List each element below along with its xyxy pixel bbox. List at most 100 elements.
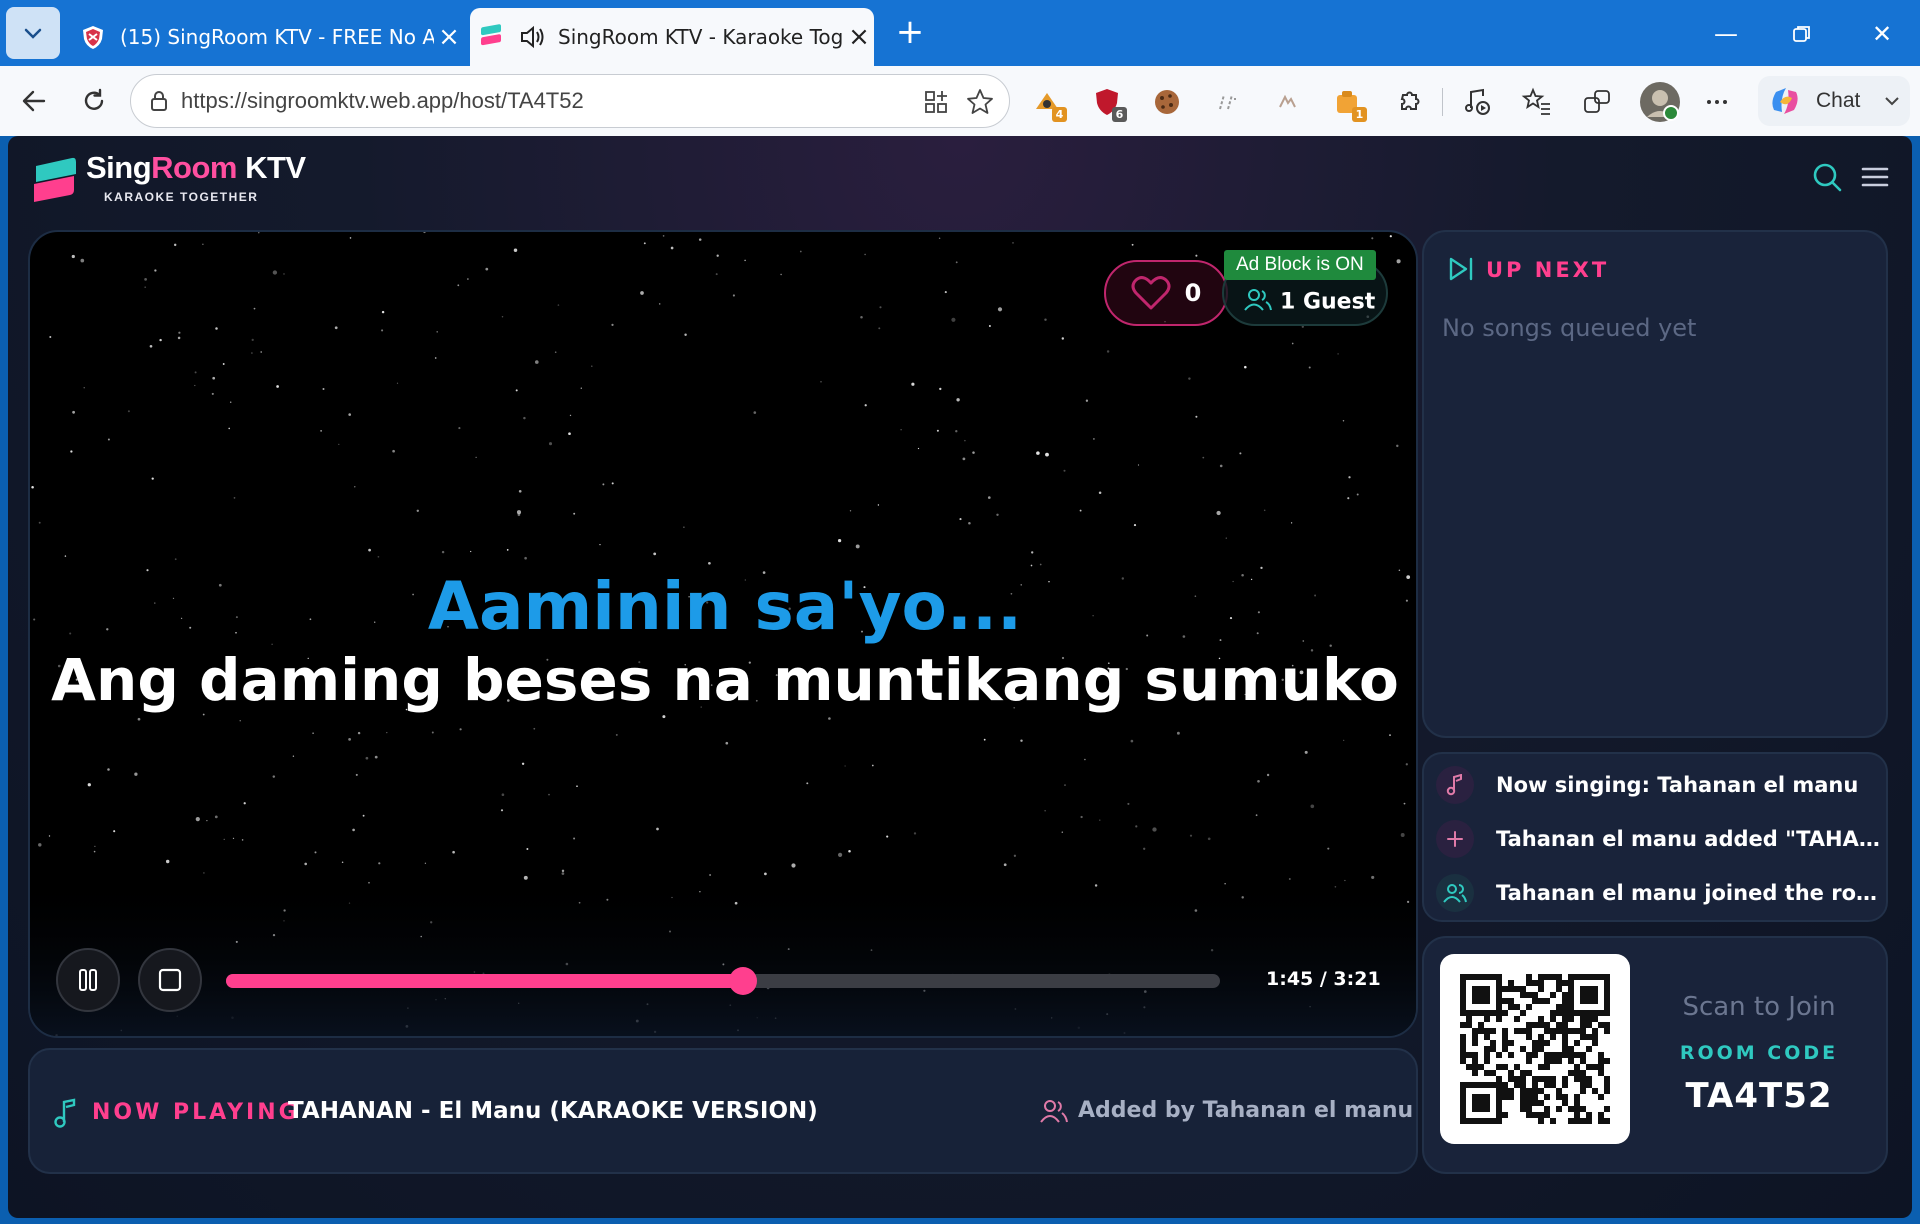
progress-bar[interactable] — [226, 967, 1220, 995]
activity-item: Tahanan el manu joined the room — [1436, 870, 1880, 916]
time-display: 1:45 / 3:21 — [1266, 968, 1381, 990]
queue-empty-message: No songs queued yet — [1442, 314, 1697, 342]
browser-tab-inactive[interactable]: (15) SingRoom KTV - FREE No Ads × — [72, 8, 464, 66]
heart-icon — [1131, 276, 1171, 310]
url-text[interactable]: https://singroomktv.web.app/host/TA4T52 — [181, 88, 584, 114]
tab-title: SingRoom KTV - Karaoke Toge — [558, 25, 844, 49]
extensions-puzzle-icon[interactable] — [1392, 85, 1426, 119]
now-playing-label: NOW PLAYING — [92, 1100, 300, 1125]
tab-title: (15) SingRoom KTV - FREE No Ads — [120, 25, 434, 49]
like-count: 0 — [1184, 279, 1202, 307]
favorites-list-icon[interactable] — [1520, 85, 1554, 119]
users-icon — [1244, 289, 1272, 311]
extension-badge: 4 — [1052, 107, 1067, 122]
like-button[interactable]: 0 — [1104, 260, 1228, 326]
apps-icon[interactable] — [921, 87, 951, 117]
browser-tab-bar: (15) SingRoom KTV - FREE No Ads × SingRo… — [0, 0, 1920, 66]
extension-1-icon[interactable]: 4 — [1030, 85, 1067, 122]
brand-room: Room — [151, 150, 237, 185]
chevron-down-icon — [24, 28, 42, 39]
pause-button[interactable] — [56, 948, 120, 1012]
singroom-favicon-icon — [481, 24, 501, 46]
now-playing-title: TAHANAN - El Manu (KARAOKE VERSION) — [288, 1098, 818, 1124]
stop-icon — [158, 968, 182, 992]
tab-close-icon[interactable]: × — [844, 22, 874, 52]
room-qr-code[interactable] — [1440, 954, 1630, 1144]
extension-badge: 1 — [1352, 107, 1367, 122]
activity-item: Tahanan el manu added "TAHANAN - El Manu… — [1436, 816, 1880, 862]
toolbar-separator — [1442, 88, 1443, 116]
up-next-heading: UP NEXT — [1486, 258, 1610, 282]
brand-sing: Sing — [86, 150, 152, 185]
copilot-icon — [1772, 88, 1798, 114]
stop-button[interactable] — [138, 948, 202, 1012]
reload-button[interactable] — [72, 79, 116, 123]
restore-icon — [1793, 26, 1810, 42]
new-tab-button[interactable]: + — [890, 12, 930, 52]
adblock-status-badge: Ad Block is ON — [1224, 250, 1376, 280]
current-lyric-line: Aaminin sa'yo... — [427, 568, 1023, 645]
copilot-chat-button[interactable]: Chat — [1758, 76, 1910, 126]
cookie-extension-icon[interactable] — [1150, 85, 1184, 119]
address-bar[interactable]: https://singroomktv.web.app/host/TA4T52 — [130, 74, 1010, 128]
close-window-button[interactable]: ✕ — [1862, 14, 1902, 54]
karaoke-player: 0 1 Guest Ad Block is ON Aaminin sa'yo..… — [28, 230, 1418, 1038]
plus-icon — [1436, 820, 1474, 858]
now-playing-bar: NOW PLAYING TAHANAN - El Manu (KARAOKE V… — [28, 1048, 1418, 1174]
shield-favicon-icon — [83, 26, 103, 49]
media-control-icon[interactable] — [1460, 85, 1494, 119]
up-next-panel: UP NEXT No songs queued yet — [1422, 230, 1888, 738]
brand-tagline: KARAOKE TOGETHER — [104, 190, 259, 204]
users-icon — [1040, 1100, 1068, 1123]
chat-label: Chat — [1816, 89, 1861, 112]
room-code[interactable]: TA4T52 — [1630, 1076, 1888, 1116]
hamburger-menu-icon[interactable] — [1858, 160, 1892, 194]
added-by-text: Added by Tahanan el manu — [1078, 1098, 1414, 1123]
activity-text: Now singing: Tahanan el manu — [1496, 773, 1859, 797]
activity-item: Now singing: Tahanan el manu — [1436, 762, 1880, 808]
app-logo[interactable]: SingRoom KTV KARAOKE TOGETHER — [28, 150, 328, 206]
tab-list-dropdown[interactable] — [6, 7, 60, 59]
brand-name: SingRoom KTV — [86, 150, 306, 186]
brand-ktv: KTV — [237, 150, 306, 185]
extension-4-icon[interactable] — [1210, 85, 1244, 119]
room-code-label: ROOM CODE — [1679, 1042, 1839, 1064]
speaker-icon[interactable] — [518, 24, 546, 50]
music-note-icon — [54, 1098, 76, 1128]
browser-tab-active[interactable]: SingRoom KTV - Karaoke Toge × — [470, 8, 874, 66]
extension-badge: 6 — [1112, 107, 1127, 122]
minimize-button[interactable]: — — [1706, 14, 1746, 54]
tab-close-icon[interactable]: × — [434, 22, 464, 52]
music-note-icon — [1436, 766, 1474, 804]
back-button[interactable] — [12, 79, 56, 123]
activity-text: Tahanan el manu joined the room — [1496, 881, 1880, 905]
activity-text: Tahanan el manu added "TAHANAN - El Manu… — [1496, 827, 1880, 851]
reload-icon — [84, 88, 104, 110]
extension-2-icon[interactable]: 6 — [1090, 85, 1127, 122]
skip-next-icon — [1449, 257, 1473, 281]
progress-fill — [226, 974, 743, 988]
join-room-panel: Scan to Join ROOM CODE TA4T52 — [1422, 936, 1888, 1174]
app-page: SingRoom KTV KARAOKE TOGETHER 0 1 Guest … — [8, 136, 1912, 1218]
guest-count: 1 Guest — [1280, 289, 1376, 315]
logo-mark-icon — [34, 157, 76, 202]
restore-button[interactable] — [1782, 14, 1822, 54]
browser-toolbar: https://singroomktv.web.app/host/TA4T52 … — [0, 66, 1920, 136]
more-menu-icon[interactable] — [1700, 85, 1734, 119]
scan-to-join-label: Scan to Join — [1682, 992, 1836, 1022]
next-lyric-line: Ang daming beses na muntikang sumuko — [51, 646, 1399, 714]
pause-icon — [79, 969, 97, 991]
search-icon[interactable] — [1810, 160, 1844, 194]
users-icon — [1436, 874, 1474, 912]
activity-feed: Now singing: Tahanan el manu Tahanan el … — [1422, 752, 1888, 922]
arrow-left-icon — [22, 90, 46, 112]
progress-handle[interactable] — [728, 967, 757, 995]
collections-icon[interactable] — [1580, 85, 1614, 119]
favorite-star-icon[interactable] — [965, 87, 995, 117]
qr-code-image — [1460, 974, 1610, 1124]
extension-5-icon[interactable] — [1270, 85, 1304, 119]
site-info-icon[interactable] — [145, 87, 173, 115]
chevron-down-icon[interactable] — [1882, 91, 1902, 111]
profile-avatar[interactable] — [1638, 80, 1682, 124]
extension-6-icon[interactable]: 1 — [1330, 85, 1367, 122]
